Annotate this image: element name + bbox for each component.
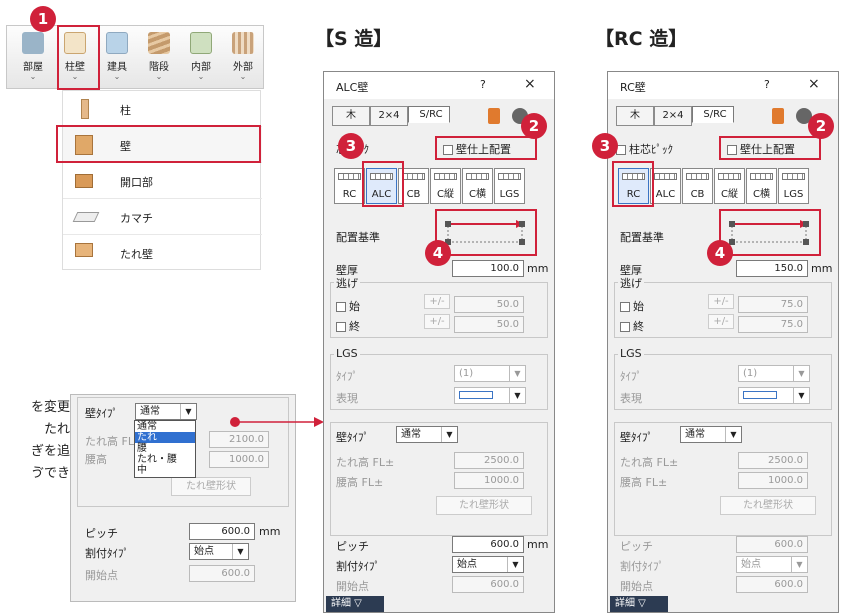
nige-end-pm-button[interactable]: +/- (424, 314, 450, 329)
pillar-wall-menu: 柱 壁 開口部 カマチ たれ壁 (62, 90, 262, 271)
tare-height-input[interactable]: 2500.0 (738, 452, 808, 469)
start-point-input[interactable]: 600.0 (736, 576, 808, 593)
rc-highlight (612, 161, 654, 207)
nige-end-checkbox[interactable]: 終 (620, 318, 644, 334)
heading-s-structure: 【S 造】 (315, 28, 393, 50)
lgs-type-select[interactable]: (1) ▼ (454, 365, 526, 382)
detail-button[interactable]: 詳細 ▽ (326, 596, 384, 612)
side-start-input[interactable]: 600.0 (189, 565, 255, 582)
interior-icon (190, 32, 212, 54)
wall-type-select[interactable]: 通常 ▼ (680, 426, 742, 443)
toolbar-fixture-button[interactable]: 建具 ⌄ (97, 29, 137, 85)
nige-end-pm-button[interactable]: +/- (708, 314, 734, 329)
help-button[interactable]: ? (764, 78, 770, 91)
tare-shape-button[interactable]: たれ壁形状 (436, 496, 532, 515)
ref-highlight-rc (719, 209, 821, 256)
step-badge-2-s: 2 (521, 113, 547, 139)
close-icon[interactable]: × (808, 76, 820, 92)
mtype-c-horizontal[interactable]: C横 (462, 168, 493, 204)
left-description: を変更 たれ ぎを追 ゔでき (30, 400, 70, 481)
step-badge-3-rc: 3 (592, 133, 618, 159)
step-badge-4-rc: 4 (707, 240, 733, 266)
menu-item-opening[interactable]: 開口部 (63, 163, 262, 199)
mtype-alc[interactable]: ALC (650, 168, 681, 204)
lgs-display-select[interactable]: ▼ (454, 387, 526, 404)
step-badge-3-s: 3 (338, 133, 364, 159)
dialog-title-bar: ALC壁? × (324, 72, 554, 99)
nige-start-pm-button[interactable]: +/- (708, 294, 734, 309)
tab-wood[interactable]: 木 (616, 106, 654, 126)
book-icon[interactable] (772, 108, 784, 124)
alloc-type-select[interactable]: 始点 ▼ (452, 556, 524, 573)
pitch-input[interactable]: 600.0 (736, 536, 808, 553)
mtype-lgs[interactable]: LGS (494, 168, 525, 204)
menu-wall-highlight (56, 125, 261, 163)
nige-start-input[interactable]: 50.0 (454, 296, 524, 313)
wall-type-select[interactable]: 通常 ▼ (396, 426, 458, 443)
toolbar-highlight (57, 25, 100, 90)
nige-start-checkbox[interactable]: 始 (620, 298, 644, 314)
nige-start-pm-button[interactable]: +/- (424, 294, 450, 309)
opening-icon (75, 174, 93, 188)
nige-start-input[interactable]: 75.0 (738, 296, 808, 313)
kamachi-icon (72, 212, 100, 222)
tab-src[interactable]: S/RC (408, 106, 450, 123)
koshi-height-input[interactable]: 1000.0 (454, 472, 524, 489)
menu-item-pillar[interactable]: 柱 (63, 91, 262, 127)
finish-highlight-s (435, 136, 537, 160)
pillar-icon (81, 99, 89, 119)
book-icon[interactable] (488, 108, 500, 124)
heading-rc-structure: 【RC 造】 (595, 28, 688, 50)
side-alloc-select[interactable]: 始点 ▼ (189, 543, 249, 560)
detail-button[interactable]: 詳細 ▽ (610, 596, 668, 612)
tab-src[interactable]: S/RC (692, 106, 734, 123)
nige-end-input[interactable]: 50.0 (454, 316, 524, 333)
nige-start-checkbox[interactable]: 始 (336, 298, 360, 314)
mtype-c-vertical[interactable]: C縦 (430, 168, 461, 204)
lgs-type-select[interactable]: (1) ▼ (738, 365, 810, 382)
toolbar-stairs-button[interactable]: 階段 ⌄ (139, 29, 179, 85)
exterior-icon (232, 32, 254, 54)
tare-height-input[interactable]: 2500.0 (454, 452, 524, 469)
menu-item-hanging-wall[interactable]: たれ壁 (63, 235, 262, 271)
mtype-cb[interactable]: CB (682, 168, 713, 204)
step-badge-4-s: 4 (425, 240, 451, 266)
room-icon (22, 32, 44, 54)
hanging-wall-icon (75, 243, 93, 257)
tab-wood[interactable]: 木 (332, 106, 370, 126)
mtype-c-horizontal[interactable]: C横 (746, 168, 777, 204)
alloc-type-select[interactable]: 始点 ▼ (736, 556, 808, 573)
koshi-height-input[interactable]: 1000.0 (738, 472, 808, 489)
start-point-input[interactable]: 600.0 (452, 576, 524, 593)
nige-end-checkbox[interactable]: 終 (336, 318, 360, 334)
connector-arrow (230, 417, 324, 427)
toolbar-interior-button[interactable]: 内部 ⌄ (181, 29, 221, 85)
stairs-icon (148, 32, 170, 54)
side-pitch-input[interactable]: 600.0 (189, 523, 255, 540)
close-icon[interactable]: × (524, 76, 536, 92)
help-button[interactable]: ? (480, 78, 486, 91)
tare-shape-button[interactable]: たれ壁形状 (720, 496, 816, 515)
dialog-title-bar: RC壁? × (608, 72, 838, 99)
toolbar-room-button[interactable]: 部屋 ⌄ (13, 29, 53, 85)
toolbar-exterior-button[interactable]: 外部 ⌄ (223, 29, 263, 85)
alc-highlight (362, 161, 404, 207)
tab-2x4[interactable]: 2×4 (370, 106, 408, 126)
finish-highlight-rc (719, 136, 821, 160)
nige-end-input[interactable]: 75.0 (738, 316, 808, 333)
pitch-input[interactable]: 600.0 (452, 536, 524, 553)
lgs-display-select[interactable]: ▼ (738, 387, 810, 404)
wall-thickness-input[interactable]: 100.0 (452, 260, 524, 277)
step-badge-2-rc: 2 (808, 113, 834, 139)
mtype-c-vertical[interactable]: C縦 (714, 168, 745, 204)
mtype-rc[interactable]: RC (334, 168, 365, 204)
menu-item-kamachi[interactable]: カマチ (63, 199, 262, 235)
core-pick-checkbox[interactable]: 柱芯ﾋﾟｯｸ (616, 141, 673, 157)
wall-thickness-input[interactable]: 150.0 (736, 260, 808, 277)
tab-2x4[interactable]: 2×4 (654, 106, 692, 126)
main-toolbar: 部屋 ⌄ 柱壁 ⌄ 建具 ⌄ 階段 ⌄ 内部 ⌄ 外部 ⌄ (6, 25, 264, 89)
step-badge-1: 1 (30, 6, 56, 32)
mtype-lgs[interactable]: LGS (778, 168, 809, 204)
fixture-icon (106, 32, 128, 54)
